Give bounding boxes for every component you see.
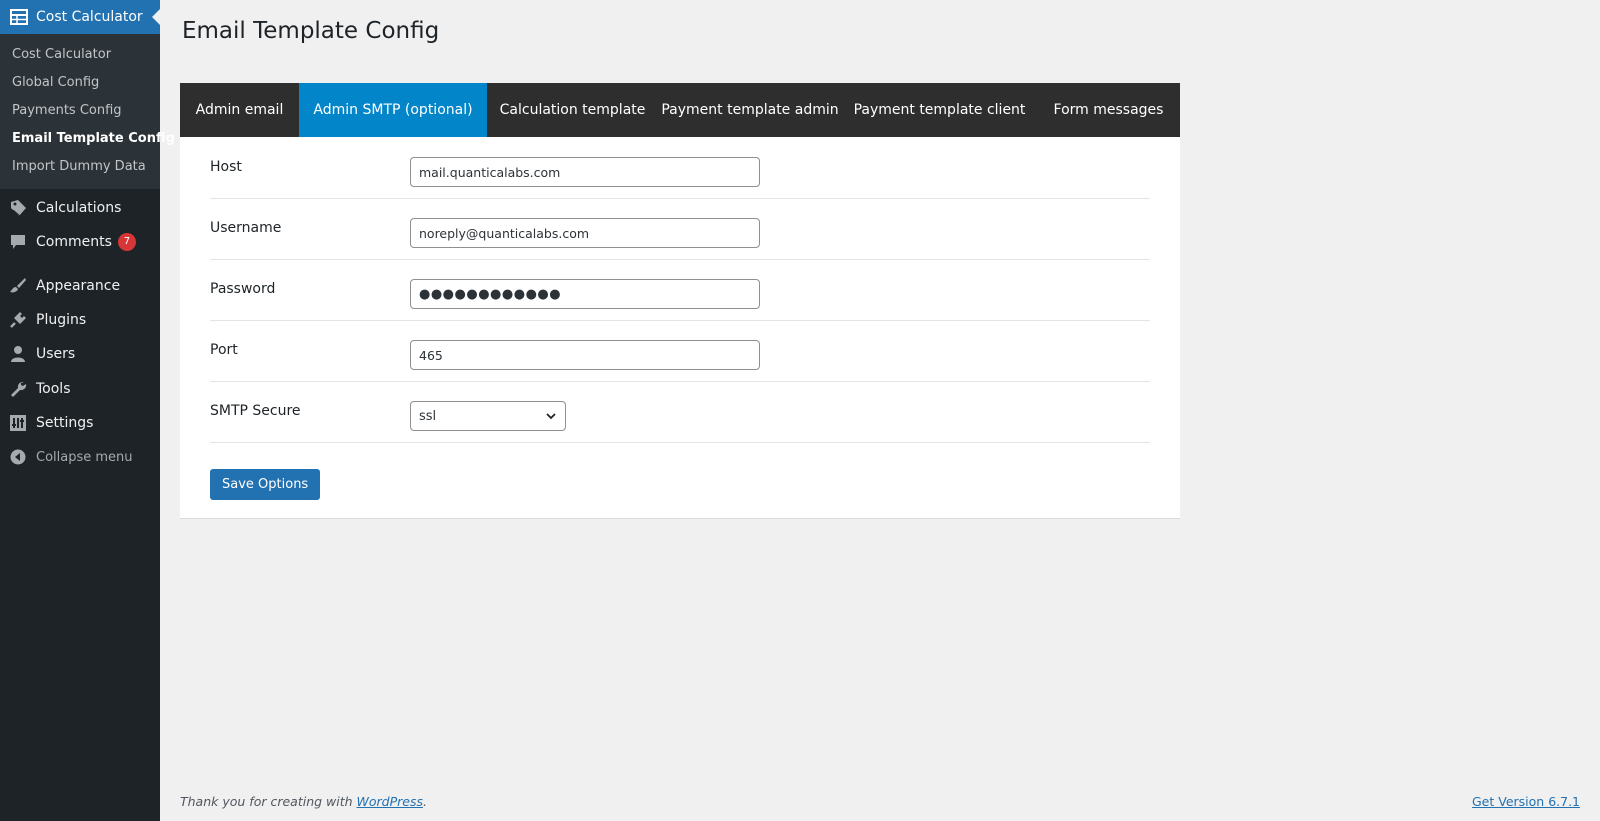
submenu-cost-calculator[interactable]: Cost Calculator — [12, 47, 111, 62]
smtp-secure-select[interactable]: ssl — [410, 401, 566, 431]
plug-icon — [8, 311, 28, 329]
password-input[interactable] — [410, 279, 760, 309]
smtp-secure-row: SMTP Secure ssl — [210, 381, 1150, 443]
tag-icon — [8, 199, 28, 217]
page-title: Email Template Config — [182, 18, 440, 44]
tab-calculation-template[interactable]: Calculation template — [487, 83, 658, 137]
submenu-global-config[interactable]: Global Config — [12, 75, 99, 90]
comments-count-badge: 7 — [117, 233, 136, 251]
sidebar-item-label: Cost Calculator — [36, 9, 143, 25]
smtp-secure-value: ssl — [419, 408, 437, 424]
sliders-icon — [8, 414, 28, 432]
save-options-button[interactable]: Save Options — [210, 469, 321, 500]
sidebar-item-label: Tools — [36, 381, 71, 397]
wrench-icon — [8, 380, 28, 398]
sidebar-item-calculations[interactable]: Calculations — [0, 193, 160, 223]
sidebar-item-label: Comments — [36, 234, 112, 250]
sidebar-submenu: Cost Calculator Global Config Payments C… — [0, 34, 175, 189]
password-row: Password — [210, 259, 1150, 321]
footer-thanks-prefix: Thank you for creating with — [180, 794, 357, 809]
sidebar-item-label: Settings — [36, 415, 94, 431]
sidebar-item-appearance[interactable]: Appearance — [0, 271, 160, 301]
sidebar-item-tools[interactable]: Tools — [0, 374, 160, 404]
tab-payment-template-client[interactable]: Payment template client — [842, 83, 1037, 137]
port-input[interactable] — [410, 340, 760, 370]
footer-thanks-suffix: . — [423, 794, 427, 809]
password-label: Password — [210, 281, 276, 297]
sidebar-item-plugins[interactable]: Plugins — [0, 305, 160, 335]
sidebar-item-label: Calculations — [36, 200, 122, 216]
smtp-secure-label: SMTP Secure — [210, 403, 301, 419]
tab-payment-template-admin[interactable]: Payment template admin — [658, 83, 842, 137]
sidebar-item-comments[interactable]: Comments 7 — [0, 227, 160, 257]
footer-thanks: Thank you for creating with WordPress. — [180, 794, 427, 809]
admin-sidebar: Cost Calculator Cost Calculator Global C… — [0, 0, 175, 821]
collapse-menu-button[interactable]: Collapse menu — [0, 442, 160, 472]
paintbrush-icon — [8, 277, 28, 295]
calculator-table-icon — [10, 9, 30, 25]
wordpress-link[interactable]: WordPress — [357, 794, 423, 809]
tab-form-messages[interactable]: Form messages — [1037, 83, 1180, 137]
sidebar-item-cost-calculator[interactable]: Cost Calculator — [0, 0, 160, 34]
submenu-import-dummy-data[interactable]: Import Dummy Data — [12, 159, 146, 174]
host-input[interactable] — [410, 157, 760, 187]
user-icon — [8, 345, 28, 363]
username-label: Username — [210, 220, 282, 236]
host-label: Host — [210, 159, 242, 175]
current-menu-arrow — [152, 9, 160, 25]
sidebar-item-label: Appearance — [36, 278, 121, 294]
footer-version: Get Version 6.7.1 — [1472, 794, 1580, 809]
chevron-down-icon — [545, 410, 557, 426]
comment-icon — [8, 234, 28, 250]
sidebar-item-label: Plugins — [36, 312, 87, 328]
port-label: Port — [210, 342, 238, 358]
config-tabs: Admin email Admin SMTP (optional) Calcul… — [180, 83, 1180, 137]
submenu-email-template-config[interactable]: Email Template Config — [12, 131, 175, 146]
collapse-arrow-icon — [8, 449, 28, 465]
sidebar-item-settings[interactable]: Settings — [0, 408, 160, 438]
get-version-link[interactable]: Get Version 6.7.1 — [1472, 794, 1580, 809]
collapse-menu-label: Collapse menu — [36, 449, 133, 465]
smtp-settings-panel: Host Username Password Port SMTP Secure … — [180, 137, 1180, 519]
username-input[interactable] — [410, 218, 760, 248]
sidebar-item-label: Users — [36, 346, 76, 362]
host-row: Host — [210, 137, 1150, 199]
sidebar-item-users[interactable]: Users — [0, 339, 160, 369]
tab-admin-smtp[interactable]: Admin SMTP (optional) — [299, 83, 487, 137]
username-row: Username — [210, 198, 1150, 260]
port-row: Port — [210, 320, 1150, 382]
tab-admin-email[interactable]: Admin email — [180, 83, 299, 137]
submenu-payments-config[interactable]: Payments Config — [12, 103, 122, 118]
